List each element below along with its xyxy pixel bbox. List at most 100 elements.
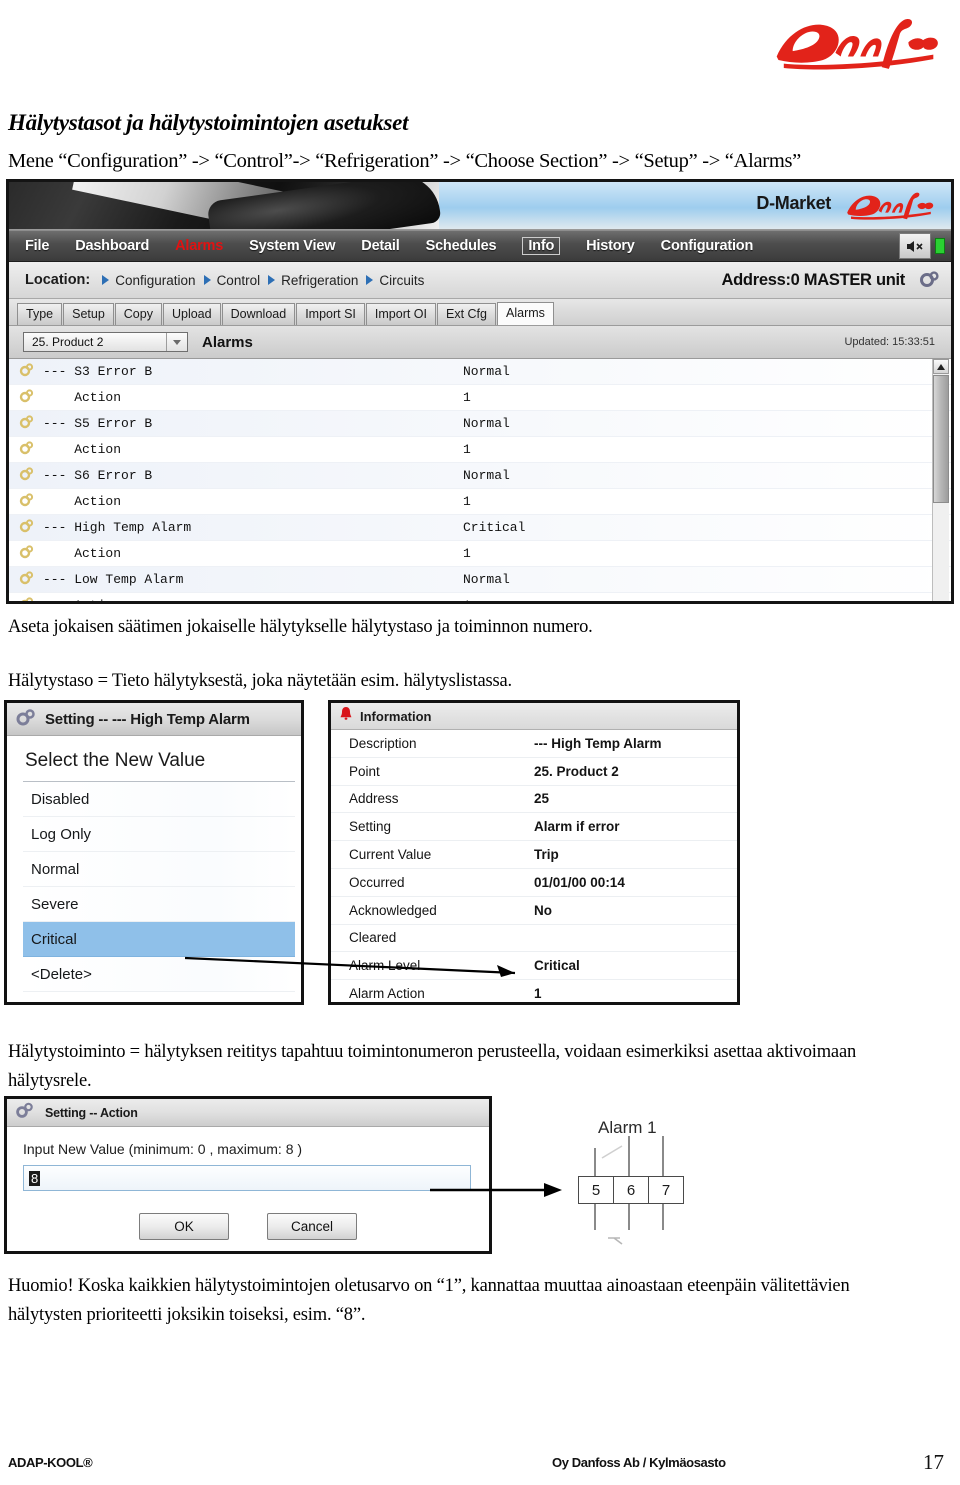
info-row-address: Address 25 <box>331 786 737 814</box>
table-row[interactable]: Action 1 <box>9 437 951 463</box>
option-critical[interactable]: Critical <box>23 922 295 957</box>
tab-import-si[interactable]: Import SI <box>296 303 365 325</box>
info-key: Acknowledged <box>349 902 437 918</box>
option-normal[interactable]: Normal <box>23 852 295 887</box>
tab-upload[interactable]: Upload <box>162 303 221 325</box>
menu-item-file[interactable]: File <box>25 238 49 254</box>
option-severe[interactable]: Severe <box>23 887 295 922</box>
alarm-name: --- S3 Error B <box>43 364 153 379</box>
info-key: Description <box>349 735 417 751</box>
table-row[interactable]: --- Low Temp Alarm Normal <box>9 567 951 593</box>
dialog-button-row: OK Cancel <box>7 1213 489 1240</box>
tab-type[interactable]: Type <box>17 303 63 325</box>
menu-item-system-view[interactable]: System View <box>249 238 335 254</box>
panel-title: Alarms <box>202 333 253 351</box>
breadcrumb-configuration[interactable]: Configuration <box>115 273 195 288</box>
alarm-value: Normal <box>463 416 510 431</box>
app-banner: D-Market <box>9 182 951 230</box>
page-title: Hälytystasot ja hälytystoimintojen asetu… <box>8 110 409 135</box>
breadcrumb-arrow-icon <box>268 275 276 285</box>
tab-alarms[interactable]: Alarms <box>497 302 554 325</box>
tab-download[interactable]: Download <box>221 303 296 325</box>
info-key: Address <box>349 791 399 807</box>
scrollbar-thumb[interactable] <box>933 375 949 503</box>
updated-timestamp: Updated: 15:33:51 <box>844 336 935 348</box>
option-log-only[interactable]: Log Only <box>23 817 295 852</box>
table-row[interactable]: --- S6 Error B Normal <box>9 463 951 489</box>
point-selector-dropdown[interactable]: 25. Product 2 <box>23 332 188 352</box>
tab-ext-cfg[interactable]: Ext Cfg <box>437 303 496 325</box>
menu-item-history[interactable]: History <box>586 238 635 254</box>
info-row-current-value: Current Value Trip <box>331 841 737 869</box>
value-input[interactable]: 8 <box>23 1165 471 1191</box>
gear-icon[interactable] <box>9 414 43 434</box>
alarm-value: 1 <box>463 390 471 405</box>
dialog-title-bar: Setting -- --- High Temp Alarm <box>7 703 301 736</box>
alarms-toolbar: 25. Product 2 Alarms Updated: 15:33:51 <box>9 326 951 359</box>
breadcrumb-control[interactable]: Control <box>217 273 261 288</box>
gear-icon[interactable] <box>9 388 43 408</box>
info-key: Alarm Level <box>349 958 421 974</box>
alarm-value: 1 <box>463 598 471 601</box>
screenshot-action-dialog: Setting -- Action Input New Value (minim… <box>4 1096 492 1254</box>
input-prompt: Input New Value (minimum: 0 , maximum: 8… <box>23 1141 303 1157</box>
cancel-button[interactable]: Cancel <box>267 1213 357 1240</box>
table-row[interactable]: Action 1 <box>9 593 951 601</box>
table-row[interactable]: --- S3 Error B Normal <box>9 359 951 385</box>
table-row[interactable]: Action 1 <box>9 385 951 411</box>
alarm-name: Action <box>43 390 122 405</box>
chevron-down-icon[interactable] <box>166 333 187 351</box>
gear-icon[interactable] <box>9 362 43 382</box>
breadcrumb-refrigeration[interactable]: Refrigeration <box>281 273 358 288</box>
menu-item-configuration[interactable]: Configuration <box>661 238 754 254</box>
table-row[interactable]: Action 1 <box>9 541 951 567</box>
gear-icon[interactable] <box>9 544 43 564</box>
terminal-5: 5 <box>579 1177 614 1203</box>
gear-icon[interactable] <box>9 492 43 512</box>
gear-icon[interactable] <box>917 269 941 296</box>
alarm-value: 1 <box>463 546 471 561</box>
gear-icon[interactable] <box>9 518 43 538</box>
terminal-block-figure: Alarm 1 5 6 7 <box>560 1118 760 1268</box>
info-row-cleared: Cleared <box>331 925 737 953</box>
breadcrumb-circuits[interactable]: Circuits <box>379 273 424 288</box>
gears-icon <box>15 1101 35 1124</box>
tab-setup[interactable]: Setup <box>63 303 114 325</box>
table-row[interactable]: --- High Temp Alarm Critical <box>9 515 951 541</box>
menu-item-detail[interactable]: Detail <box>361 238 399 254</box>
gear-icon[interactable] <box>9 440 43 460</box>
alarm-value: 1 <box>463 494 471 509</box>
breadcrumb-arrow-icon <box>203 275 211 285</box>
option-disabled[interactable]: Disabled <box>23 782 295 817</box>
gear-icon[interactable] <box>9 570 43 590</box>
option-delete[interactable]: <Delete> <box>23 957 295 992</box>
gears-icon <box>15 707 37 732</box>
page-number: 17 <box>923 1450 944 1474</box>
menu-item-schedules[interactable]: Schedules <box>426 238 497 254</box>
alarm-name: --- Low Temp Alarm <box>43 572 184 587</box>
menu-item-alarms[interactable]: Alarms <box>175 238 223 254</box>
alarm-value: Critical <box>463 520 526 535</box>
info-value: --- High Temp Alarm <box>534 735 662 751</box>
info-key: Cleared <box>349 930 397 946</box>
gear-icon[interactable] <box>9 596 43 601</box>
gear-icon[interactable] <box>9 466 43 486</box>
tab-import-oi[interactable]: Import OI <box>365 303 436 325</box>
scroll-up-icon[interactable] <box>933 359 949 374</box>
info-key: Alarm Action <box>349 986 425 1002</box>
status-led-icon <box>935 238 945 254</box>
terminal-label: Alarm 1 <box>598 1118 657 1137</box>
menu-item-info[interactable]: Info <box>522 237 561 255</box>
table-row[interactable]: Action 1 <box>9 489 951 515</box>
info-row-alarm-action: Alarm Action 1 <box>331 980 737 1002</box>
ok-button[interactable]: OK <box>139 1213 229 1240</box>
menu-item-dashboard[interactable]: Dashboard <box>75 238 149 254</box>
danfoss-logo-small <box>841 187 937 225</box>
screenshot-information-panel: Information Description --- High Temp Al… <box>328 700 740 1005</box>
speaker-mute-icon[interactable] <box>899 233 931 259</box>
table-row[interactable]: --- S5 Error B Normal <box>9 411 951 437</box>
alarm-name: Action <box>43 598 463 601</box>
vertical-scrollbar[interactable] <box>932 359 949 601</box>
alarm-name: --- High Temp Alarm <box>43 520 192 535</box>
tab-copy[interactable]: Copy <box>114 303 162 325</box>
